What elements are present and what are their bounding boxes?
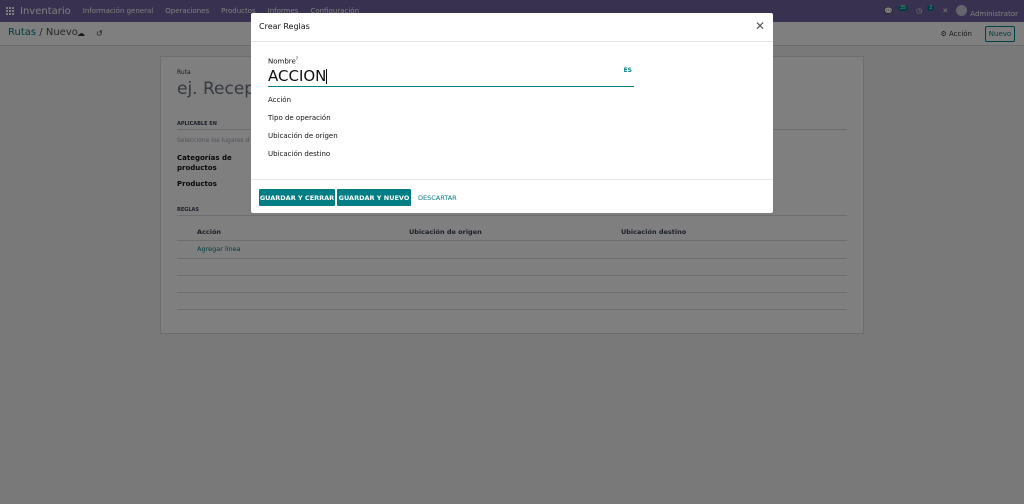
field-accion-label: Acción (268, 96, 292, 104)
save-close-button[interactable]: GUARDAR Y CERRAR (259, 189, 335, 206)
save-new-button[interactable]: GUARDAR Y NUEVO (337, 189, 411, 206)
name-input[interactable]: ACCION ES (268, 66, 634, 87)
dialog-footer: GUARDAR Y CERRAR GUARDAR Y NUEVO DESCART… (251, 179, 773, 213)
name-input-value: ACCION (268, 67, 328, 85)
language-button[interactable]: ES (624, 67, 632, 74)
dialog-title: Crear Reglas (259, 22, 310, 31)
dialog-header: Crear Reglas ✕ (251, 13, 773, 42)
field-ubicacion-destino-label: Ubicación destino (268, 150, 331, 158)
text-caret (326, 69, 328, 84)
field-tipo-operacion-label: Tipo de operación (268, 114, 331, 122)
discard-button[interactable]: DESCARTAR (418, 189, 457, 206)
close-icon[interactable]: ✕ (755, 19, 765, 33)
name-label: Nombre? (268, 56, 298, 66)
field-ubicacion-origen-label: Ubicación de origen (268, 132, 338, 140)
help-icon[interactable]: ? (296, 56, 298, 61)
create-rule-dialog: Crear Reglas ✕ Nombre? ACCION ES Acción … (251, 13, 773, 213)
